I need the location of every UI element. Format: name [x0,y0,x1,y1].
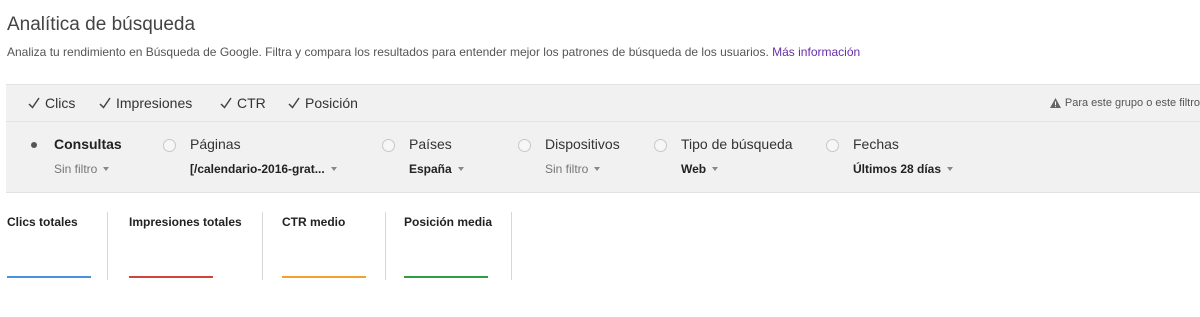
group-note-text: Para este grupo o este filtro [1064,97,1200,109]
radio-selected-icon[interactable] [28,139,41,152]
checkmark-icon [220,97,232,109]
divider [511,212,512,280]
radio-icon[interactable] [826,139,839,152]
total-label: Impresiones totales [129,215,242,229]
dimension-label: Países [409,136,452,152]
dimension-label: Consultas [54,136,122,152]
total-card-position[interactable]: Posición media [404,200,509,280]
total-label: Clics totales [7,215,78,229]
checkmark-icon [288,97,300,109]
total-card-ctr[interactable]: CTR medio [282,200,382,280]
total-card-impressions[interactable]: Impresiones totales [129,200,254,280]
dimension-label: Páginas [190,136,241,152]
dimension-filter-value: Sin filtro [54,162,98,176]
caret-down-icon [594,167,601,171]
dimension-filter-dropdown[interactable]: España [409,162,464,176]
dimension-filter-value: [/calendario-2016-grat... [190,162,325,176]
checkmark-icon [28,97,40,109]
dimension-filter-dropdown[interactable]: [/calendario-2016-grat... [190,162,337,176]
dimension-label: Tipo de búsqueda [681,136,793,152]
page-description: Analiza tu rendimiento en Búsqueda de Go… [7,45,860,59]
divider [385,212,386,280]
dimensions-bar: Consultas Sin filtro Páginas [/calendari… [6,122,1200,193]
dimension-filter-value: Sin filtro [545,162,589,176]
metric-checkbox-clics[interactable]: Clics [28,95,75,111]
radio-icon[interactable] [518,139,531,152]
series-color-line [404,276,488,278]
total-label: Posición media [404,215,493,229]
divider [262,212,263,280]
metric-label: Clics [45,95,76,111]
metric-label: CTR [237,95,266,111]
series-color-line [7,276,91,278]
dimension-filter-dropdown[interactable]: Sin filtro [545,162,601,176]
total-label: CTR medio [282,215,346,229]
caret-down-icon [330,167,337,171]
group-note: Para este grupo o este filtro [1049,97,1200,109]
warning-icon [1049,98,1061,108]
radio-icon[interactable] [382,139,395,152]
divider [107,212,108,280]
dimension-label: Fechas [853,136,899,152]
metrics-bar: Clics Impresiones CTR Posición Para este… [6,84,1200,122]
checkmark-icon [99,97,111,109]
series-color-line [129,276,213,278]
radio-icon[interactable] [654,139,667,152]
total-card-clicks[interactable]: Clics totales [7,200,117,280]
caret-down-icon [712,167,719,171]
dimension-label: Dispositivos [545,136,620,152]
metric-label: Posición [305,95,358,111]
metric-checkbox-posicion[interactable]: Posición [288,95,358,111]
caret-down-icon [947,167,954,171]
dimension-filter-dropdown[interactable]: Últimos 28 días [853,162,954,176]
page-title: Analítica de búsqueda [7,14,196,35]
more-info-link[interactable]: Más información [772,45,860,59]
metric-checkbox-impresiones[interactable]: Impresiones [99,95,192,111]
metric-checkbox-ctr[interactable]: CTR [220,95,266,111]
series-color-line [282,276,366,278]
description-text: Analiza tu rendimiento en Búsqueda de Go… [7,45,769,59]
dimension-filter-value: Últimos 28 días [853,162,942,176]
dimension-filter-dropdown[interactable]: Sin filtro [54,162,110,176]
caret-down-icon [457,167,464,171]
caret-down-icon [103,167,110,171]
dimension-filter-dropdown[interactable]: Web [681,162,719,176]
dimension-filter-value: España [409,162,452,176]
radio-icon[interactable] [163,139,176,152]
metric-label: Impresiones [116,95,193,111]
dimension-filter-value: Web [681,162,707,176]
